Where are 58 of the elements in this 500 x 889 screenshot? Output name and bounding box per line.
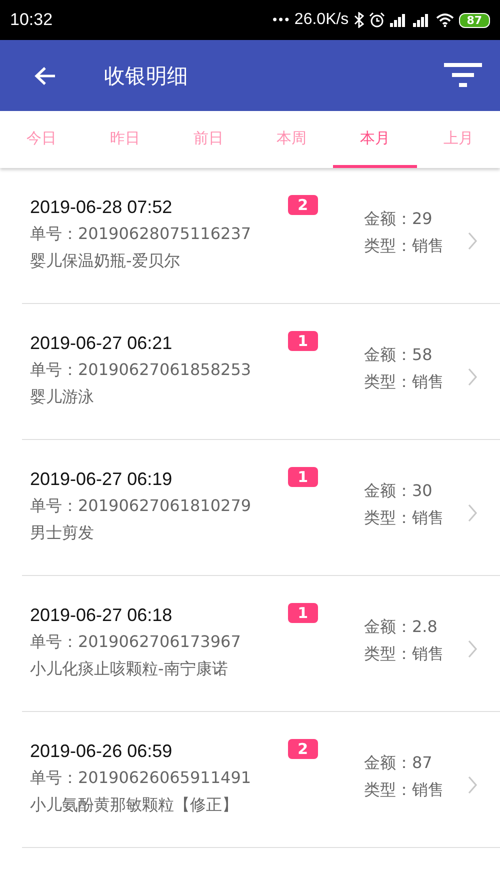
- record-row[interactable]: 2019-06-27 06:18 1 单号：2019062706173967 小儿化痰止咳颗粒-南宁康诺 金额：2.8 类型：销售: [22, 576, 500, 712]
- amount-label: 金额：58: [364, 345, 434, 366]
- record-datetime: 2019-06-27 06:18: [30, 605, 172, 626]
- clock-time: 10:32: [10, 10, 53, 30]
- chevron-right-icon: [468, 232, 478, 250]
- record-datetime: 2019-06-28 07:52: [30, 197, 172, 218]
- item-name: 小儿化痰止咳颗粒-南宁康诺: [30, 659, 229, 680]
- order-number: 单号：20190627061858253: [30, 360, 252, 381]
- alarm-icon: [368, 12, 385, 28]
- item-name: 婴儿保温奶瓶-爱贝尔: [30, 251, 181, 272]
- amount-label: 金额：2.8: [364, 617, 438, 638]
- order-number: 单号：2019062706173967: [30, 632, 242, 653]
- type-label: 类型：销售: [364, 372, 444, 393]
- order-number: 单号：20190627061810279: [30, 496, 252, 517]
- period-tab[interactable]: 本周: [250, 111, 334, 168]
- page-title: 收银明细: [104, 62, 189, 90]
- type-label: 类型：销售: [364, 644, 444, 665]
- type-label: 类型：销售: [364, 508, 444, 529]
- item-name: 小儿氨酚黄那敏颗粒【修正】: [30, 795, 239, 816]
- network-speed: 26.0K/s: [294, 11, 349, 29]
- record-datetime: 2019-06-27 06:21: [30, 333, 172, 354]
- period-tab[interactable]: 今日: [0, 111, 84, 168]
- item-name: 男士剪发: [30, 523, 95, 544]
- battery-indicator: 87: [458, 12, 490, 28]
- amount-label: 金额：30: [364, 481, 434, 502]
- record-datetime: 2019-06-26 06:59: [30, 741, 172, 762]
- chevron-right-icon: [468, 504, 478, 522]
- item-name: 婴儿游泳: [30, 387, 95, 408]
- order-number: 单号：20190628075116237: [30, 224, 252, 245]
- back-arrow-icon: [34, 66, 56, 86]
- record-row[interactable]: 2019-06-28 07:52 2 单号：20190628075116237 婴儿保温奶瓶-爱贝尔 金额：29 类型：销售: [22, 168, 500, 304]
- type-label: 类型：销售: [364, 236, 444, 257]
- record-row[interactable]: 2019-06-26 06:59 2 单号：20190626065911491 小儿氨酚黄那敏颗粒【修正】 金额：87 类型：销售: [22, 712, 500, 848]
- record-datetime: 2019-06-27 06:19: [30, 469, 172, 490]
- quantity-badge: 2: [288, 739, 318, 759]
- quantity-badge: 1: [288, 331, 318, 351]
- chevron-right-icon: [468, 368, 478, 386]
- order-number: 单号：20190626065911491: [30, 768, 252, 789]
- quantity-badge: 2: [288, 195, 318, 215]
- chevron-right-icon: [468, 776, 478, 794]
- amount-label: 金额：87: [364, 753, 434, 774]
- period-tab[interactable]: 前日: [166, 111, 250, 168]
- filter-icon: [444, 63, 482, 88]
- notification-dots: •••: [271, 13, 290, 27]
- type-label: 类型：销售: [364, 780, 444, 801]
- quantity-badge: 1: [288, 603, 318, 623]
- wifi-icon: [436, 13, 454, 27]
- chevron-right-icon: [468, 640, 478, 658]
- bluetooth-icon: [354, 12, 364, 28]
- record-row[interactable]: 2019-06-27 06:19 1 单号：20190627061810279 男士剪发 金额：30 类型：销售: [22, 440, 500, 576]
- quantity-badge: 1: [288, 467, 318, 487]
- period-tab[interactable]: 上月: [416, 111, 500, 168]
- period-tab[interactable]: 昨日: [83, 111, 167, 168]
- amount-label: 金额：29: [364, 209, 434, 230]
- period-tab[interactable]: 本月: [333, 111, 417, 168]
- signal-icon: [412, 13, 431, 27]
- record-row[interactable]: 2019-06-27 06:21 1 单号：20190627061858253 婴儿游泳 金额：58 类型：销售: [22, 304, 500, 440]
- signal-icon: [390, 13, 408, 27]
